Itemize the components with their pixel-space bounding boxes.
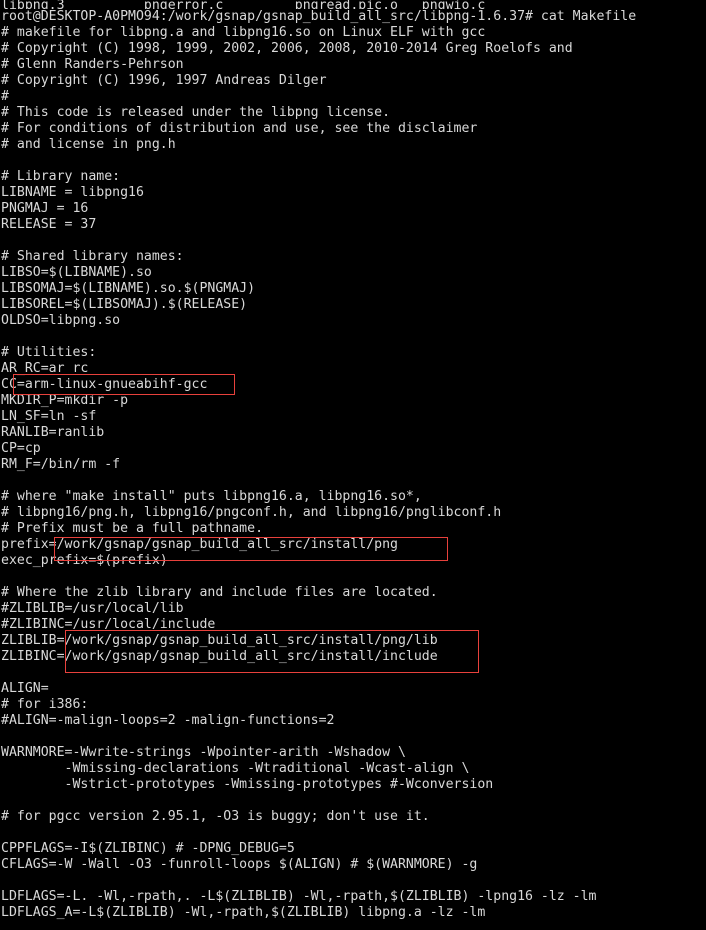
terminal-output-line: RM_F=/bin/rm -f <box>1 457 121 472</box>
terminal-output-line: #ALIGN=-malign-loops=2 -malign-functions… <box>1 713 335 728</box>
terminal-output-line: LIBNAME = libpng16 <box>1 185 144 200</box>
terminal-output-line: LDFLAGS=-L. -Wl,-rpath,. -L$(ZLIBLIB) -W… <box>1 889 597 904</box>
terminal-output-line: ZLIBLIB=/work/gsnap/gsnap_build_all_src/… <box>1 633 438 648</box>
terminal-output-line: # Glenn Randers-Pehrson <box>1 57 184 72</box>
terminal-output-line: #ZLIBINC=/usr/local/include <box>1 617 216 632</box>
terminal-output-line: WARNMORE=-Wwrite-strings -Wpointer-arith… <box>1 745 406 760</box>
terminal-output-line: CFLAGS=-W -Wall -O3 -funroll-loops $(ALI… <box>1 857 478 872</box>
terminal-prompt-line: root@DESKTOP-A0PMO94:/work/gsnap/gsnap_b… <box>1 9 637 24</box>
terminal-output-line: # Shared library names: <box>1 249 184 264</box>
terminal-output-line: RELEASE = 37 <box>1 217 97 232</box>
terminal-output-line: # Where the zlib library and include fil… <box>1 585 438 600</box>
terminal-output-line: # libpng16/png.h, libpng16/pngconf.h, an… <box>1 505 502 520</box>
terminal-output-line: # For conditions of distribution and use… <box>1 121 478 136</box>
terminal-output-line: exec_prefix=$(prefix) <box>1 553 168 568</box>
terminal-output-line: LDFLAGS_A=-L$(ZLIBLIB) -Wl,-rpath,$(ZLIB… <box>1 905 486 920</box>
terminal-output-line: # where "make install" puts libpng16.a, … <box>1 489 422 504</box>
terminal-output-line: # Library name: <box>1 169 121 184</box>
terminal-output-line: ALIGN= <box>1 681 49 696</box>
terminal-output-line: LIBSOREL=$(LIBSOMAJ).$(RELEASE) <box>1 297 248 312</box>
terminal-scrollback-line: libpng.3 pngerror.c pngread.pic.o pngwio… <box>1 0 486 9</box>
terminal-output-line: # <box>1 89 9 104</box>
terminal-output-line: RANLIB=ranlib <box>1 425 105 440</box>
terminal-output-line: #ZLIBLIB=/usr/local/lib <box>1 601 184 616</box>
terminal-output-line: AR_RC=ar rc <box>1 361 89 376</box>
terminal-output-line: LN_SF=ln -sf <box>1 409 97 424</box>
terminal-output-line: ZLIBINC=/work/gsnap/gsnap_build_all_src/… <box>1 649 438 664</box>
terminal-output-line: CPPFLAGS=-I$(ZLIBINC) # -DPNG_DEBUG=5 <box>1 841 295 856</box>
terminal-output-line: # Copyright (C) 1998, 1999, 2002, 2006, … <box>1 41 573 56</box>
terminal-output-line: MKDIR_P=mkdir -p <box>1 393 129 408</box>
terminal-output-line: # Utilities: <box>1 345 97 360</box>
terminal-output-line: CC=arm-linux-gnueabihf-gcc <box>1 377 208 392</box>
terminal-output-line: PNGMAJ = 16 <box>1 201 89 216</box>
terminal-screen: libpng.3 pngerror.c pngread.pic.o pngwio… <box>0 0 706 921</box>
terminal-output-line: # makefile for libpng.a and libpng16.so … <box>1 25 486 40</box>
terminal-output-line: # for pgcc version 2.95.1, -O3 is buggy;… <box>1 809 430 824</box>
terminal-output-line: -Wstrict-prototypes -Wmissing-prototypes… <box>1 777 494 792</box>
terminal-window[interactable]: libpng.3 pngerror.c pngread.pic.o pngwio… <box>0 0 706 930</box>
terminal-output-line: CP=cp <box>1 441 41 456</box>
terminal-output-line: OLDSO=libpng.so <box>1 313 121 328</box>
terminal-output-line: LIBSOMAJ=$(LIBNAME).so.$(PNGMAJ) <box>1 281 256 296</box>
terminal-output-line: # Copyright (C) 1996, 1997 Andreas Dilge… <box>1 73 327 88</box>
terminal-output-line: # for i386: <box>1 697 89 712</box>
terminal-output-line: # This code is released under the libpng… <box>1 105 391 120</box>
terminal-output-line: prefix=/work/gsnap/gsnap_build_all_src/i… <box>1 537 398 552</box>
terminal-output-line: # and license in png.h <box>1 137 176 152</box>
terminal-output-line: LIBSO=$(LIBNAME).so <box>1 265 152 280</box>
terminal-output-line: # Prefix must be a full pathname. <box>1 521 264 536</box>
terminal-output-line: -Wmissing-declarations -Wtraditional -Wc… <box>1 761 470 776</box>
